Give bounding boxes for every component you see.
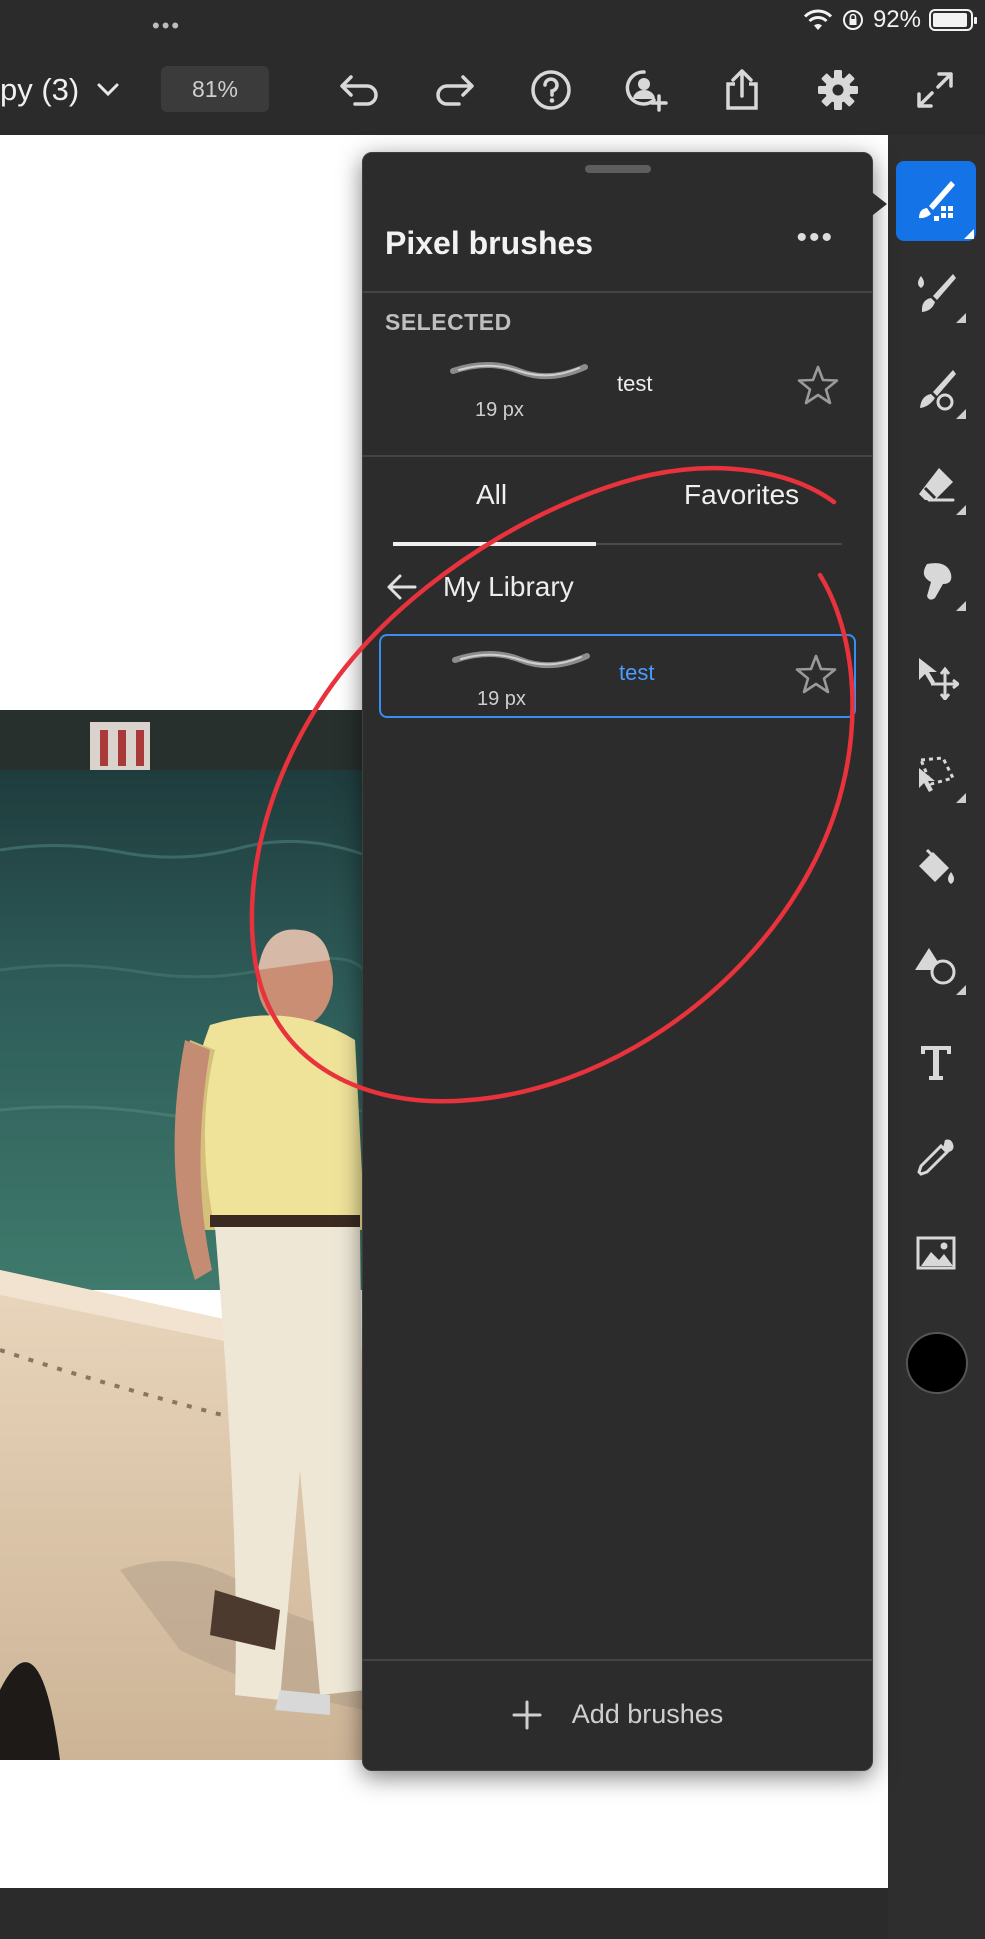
smudge-tool[interactable] [904, 549, 968, 613]
undo-icon [340, 75, 378, 106]
brush-size: 19 px [475, 399, 524, 421]
invite-user-icon [625, 70, 668, 112]
lasso-select-tool[interactable] [904, 741, 968, 805]
help-button[interactable] [526, 65, 576, 115]
divider [363, 291, 872, 293]
tab-all[interactable]: All [476, 479, 507, 511]
selected-brush-row[interactable]: 19 px test [379, 347, 856, 431]
lasso-select-icon [918, 756, 956, 792]
pixel-brushes-tool[interactable] [896, 161, 976, 241]
selected-section-label: SELECTED [385, 309, 512, 335]
eraser-tool[interactable] [904, 453, 968, 517]
library-header[interactable]: My Library [385, 571, 574, 603]
bottom-bar [0, 1888, 888, 1939]
expand-icon [917, 72, 953, 108]
add-brushes-button[interactable]: Add brushes [363, 1659, 872, 1770]
brush-name: test [619, 660, 655, 685]
star-icon[interactable] [796, 363, 840, 407]
divider [363, 455, 872, 457]
fullscreen-button[interactable] [910, 65, 960, 115]
chevron-down-icon [97, 83, 119, 97]
battery-icon [929, 9, 977, 31]
text-icon [921, 1046, 951, 1080]
redo-icon [436, 75, 474, 106]
back-arrow-icon[interactable] [385, 572, 417, 602]
healing-brush-tool[interactable] [904, 357, 968, 421]
place-image-icon [916, 1236, 956, 1270]
photo-layer[interactable] [0, 710, 365, 1760]
plus-icon [512, 1700, 542, 1729]
current-color-swatch[interactable] [906, 1332, 968, 1394]
document-title-menu[interactable]: py (3) [0, 72, 119, 108]
eraser-icon [919, 468, 955, 502]
move-tool[interactable] [904, 645, 968, 709]
text-tool[interactable] [904, 1029, 968, 1093]
battery-percent: 92% [872, 6, 921, 33]
shapes-tool[interactable] [904, 933, 968, 997]
smudge-icon [923, 563, 952, 600]
paint-brush-tool[interactable] [904, 261, 968, 325]
status-indicators: 92% [803, 6, 977, 34]
document-title: py (3) [0, 72, 80, 107]
status-bar: ••• 92% [0, 0, 985, 45]
pixel-brushes-icon [919, 181, 955, 221]
help-icon [531, 70, 571, 110]
move-icon [919, 658, 959, 700]
redo-button[interactable] [430, 65, 480, 115]
paint-bucket-icon [919, 848, 954, 884]
paint-brush-icon [918, 274, 956, 312]
undo-button[interactable] [334, 65, 384, 115]
tool-rail [888, 135, 985, 1939]
orientation-lock-icon [842, 10, 863, 30]
shapes-icon [915, 948, 956, 985]
share-icon [726, 69, 758, 110]
zoom-level[interactable]: 81% [161, 66, 269, 112]
photo-image [0, 710, 365, 1760]
share-button[interactable] [717, 65, 767, 115]
multitasking-dots[interactable]: ••• [152, 13, 181, 39]
paint-bucket-tool[interactable] [904, 837, 968, 901]
eyedropper-tool[interactable] [904, 1125, 968, 1189]
panel-grabber[interactable] [585, 165, 651, 173]
wifi-icon [803, 9, 833, 30]
eyedropper-icon [917, 1139, 954, 1176]
invite-button[interactable] [621, 65, 671, 115]
library-brush-row[interactable]: 19 px test [379, 634, 856, 718]
top-toolbar: py (3) 81% [0, 45, 985, 135]
brush-size: 19 px [477, 688, 526, 710]
place-image-tool[interactable] [904, 1221, 968, 1285]
active-tab-indicator [393, 542, 596, 546]
tab-favorites[interactable]: Favorites [684, 479, 799, 511]
star-icon[interactable] [794, 652, 838, 696]
panel-title: Pixel brushes [385, 225, 594, 261]
more-options-button[interactable]: ••• [796, 221, 834, 255]
brush-name: test [617, 371, 653, 396]
brush-stroke-preview [452, 651, 590, 669]
pixel-brushes-panel: Pixel brushes ••• SELECTED 19 px test Al… [362, 152, 873, 1771]
brush-stroke-preview [450, 362, 588, 380]
panel-pointer [869, 190, 887, 218]
add-brushes-label: Add brushes [571, 1699, 724, 1729]
gear-icon [818, 70, 858, 110]
settings-button[interactable] [813, 65, 863, 115]
library-label: My Library [443, 571, 574, 602]
healing-brush-icon [920, 370, 956, 411]
